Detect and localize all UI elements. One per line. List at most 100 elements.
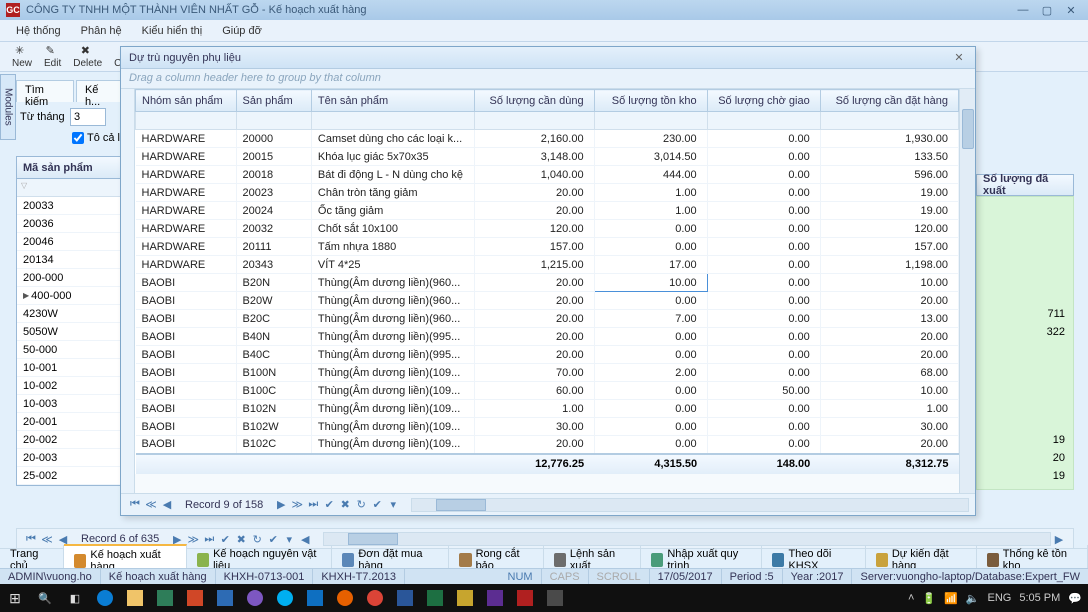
nav-last-icon[interactable]: ⏭ (305, 498, 321, 511)
search-icon[interactable]: 🔍 (30, 584, 60, 612)
grid-row[interactable]: HARDWARE20023Chân tròn tăng giảm20.001.0… (136, 184, 959, 202)
app-task-icon[interactable] (510, 584, 540, 612)
nav-first-icon[interactable]: ⏮ (127, 498, 143, 511)
col-can-dat[interactable]: Số lượng cần đặt hàng (820, 90, 958, 112)
right-col-cell[interactable] (977, 287, 1073, 305)
tray-chevron-up-icon[interactable]: ˄ (908, 592, 914, 604)
left-grid-row[interactable]: 20-001 (17, 413, 123, 431)
grid-row[interactable]: HARDWARE20343VÍT 4*251,215.0017.000.001,… (136, 256, 959, 274)
grid-row[interactable]: BAOBIB20NThùng(Âm dương liền)(960...20.0… (136, 274, 959, 292)
right-col-cell[interactable] (977, 377, 1073, 395)
col-ten[interactable]: Tên sản phẩm (311, 90, 474, 112)
grid-row[interactable]: BAOBIB40NThùng(Âm dương liền)(995...20.0… (136, 328, 959, 346)
edit-button[interactable]: ✎Edit (38, 43, 67, 71)
right-col-cell[interactable] (977, 197, 1073, 215)
right-col-cell[interactable]: 19 (977, 467, 1073, 485)
modal-vertical-scrollbar[interactable] (959, 89, 975, 493)
new-button[interactable]: ✳New (6, 43, 38, 71)
tab-ke-hoach[interactable]: Kế h... (76, 80, 122, 102)
store-icon[interactable] (150, 584, 180, 612)
col-can-dung[interactable]: Số lượng cần dùng (475, 90, 594, 112)
grid-filter-row[interactable] (136, 112, 959, 130)
viber-icon[interactable] (240, 584, 270, 612)
mail-icon[interactable] (210, 584, 240, 612)
teamviewer-icon[interactable] (300, 584, 330, 612)
left-grid-row[interactable]: 20046 (17, 233, 123, 251)
left-grid-row[interactable]: 20-002 (17, 431, 123, 449)
minimize-button[interactable]: — (1012, 2, 1034, 18)
excel-icon[interactable] (420, 584, 450, 612)
explorer-icon[interactable] (120, 584, 150, 612)
left-grid-row[interactable]: 20-003 (17, 449, 123, 467)
grid-row[interactable]: BAOBIB102NThùng(Âm dương liền)(109...1.0… (136, 400, 959, 418)
office-icon[interactable] (180, 584, 210, 612)
left-grid-row[interactable]: 10-002 (17, 377, 123, 395)
vs-icon[interactable] (480, 584, 510, 612)
col-nhom[interactable]: Nhóm sản phẩm (136, 90, 237, 112)
left-grid-filter[interactable] (17, 179, 123, 197)
hscroll-thumb[interactable] (436, 499, 486, 511)
right-col-cell[interactable]: 322 (977, 323, 1073, 341)
left-grid-row[interactable]: 10-001 (17, 359, 123, 377)
grid-row[interactable]: BAOBIB100CThùng(Âm dương liền)(109...60.… (136, 382, 959, 400)
grid-row[interactable]: BAOBIB20CThùng(Âm dương liền)(960...20.0… (136, 310, 959, 328)
nav-refresh-icon[interactable]: ↻ (353, 498, 369, 511)
right-col-cell[interactable] (977, 341, 1073, 359)
taskview-icon[interactable]: ◧ (60, 584, 90, 612)
delete-button[interactable]: ✖Delete (67, 43, 108, 71)
nav-prevpage-icon[interactable]: ≪ (143, 498, 159, 511)
left-grid-row[interactable]: 5050W (17, 323, 123, 341)
modules-side-tab[interactable]: Modules (0, 74, 16, 140)
nav-cancel-icon[interactable]: ✖ (337, 498, 353, 511)
grid-row[interactable]: BAOBIB40CThùng(Âm dương liền)(995...20.0… (136, 346, 959, 364)
col-san-pham[interactable]: Sản phẩm (236, 90, 311, 112)
nav-accept-icon[interactable]: ✔ (321, 498, 337, 511)
maximize-button[interactable]: ▢ (1036, 2, 1058, 18)
scrollbar-thumb[interactable] (962, 109, 974, 149)
right-col-cell[interactable] (977, 395, 1073, 413)
modal-close-icon[interactable]: ✕ (951, 51, 967, 64)
app-task2-icon[interactable] (540, 584, 570, 612)
menu-he-thong[interactable]: Hệ thống (6, 22, 71, 40)
tab-tim-kiem[interactable]: Tìm kiếm (16, 80, 74, 102)
right-col-cell[interactable] (977, 251, 1073, 269)
menu-giup-do[interactable]: Giúp đỡ (212, 22, 272, 40)
chrome-icon[interactable] (360, 584, 390, 612)
nav-next-icon[interactable]: ▶ (273, 498, 289, 511)
grid-row[interactable]: HARDWARE20015Khóa lục giác 5x70x353,148.… (136, 148, 959, 166)
right-col-cell[interactable]: 19 (977, 431, 1073, 449)
right-column-header[interactable]: Số lượng đã xuất (976, 174, 1074, 196)
grid-row[interactable]: HARDWARE20111Tấm nhựa 1880157.000.000.00… (136, 238, 959, 256)
modal-titlebar[interactable]: Dự trù nguyên phụ liệu ✕ (121, 47, 975, 69)
menu-kieu-hien-thi[interactable]: Kiểu hiển thị (132, 22, 213, 40)
nav-prev-icon[interactable]: ◀ (159, 498, 175, 511)
left-grid-row[interactable]: 400-000 (17, 287, 123, 305)
edge-icon[interactable] (90, 584, 120, 612)
left-grid-row[interactable]: 50-000 (17, 341, 123, 359)
left-grid-row[interactable]: 4230W (17, 305, 123, 323)
tray-lang[interactable]: ENG (987, 592, 1011, 604)
tray-wifi-icon[interactable]: 📶 (944, 592, 958, 605)
left-grid-row[interactable]: 20134 (17, 251, 123, 269)
toca-checkbox[interactable] (72, 132, 84, 144)
col-cho-giao[interactable]: Số lượng chờ giao (707, 90, 820, 112)
grid-row[interactable]: HARDWARE20018Bát đi động L - N dùng cho … (136, 166, 959, 184)
nav-collapse-icon[interactable]: ▾ (385, 498, 401, 511)
close-button[interactable]: ✕ (1060, 2, 1082, 18)
left-grid-row[interactable]: 20033 (17, 197, 123, 215)
word-icon[interactable] (390, 584, 420, 612)
menu-phan-he[interactable]: Phân hệ (71, 22, 132, 40)
right-col-cell[interactable]: 711 (977, 305, 1073, 323)
right-col-cell[interactable] (977, 359, 1073, 377)
left-grid-row[interactable]: 200-000 (17, 269, 123, 287)
grid-row[interactable]: HARDWARE20000Camset dùng cho các loại k.… (136, 130, 959, 148)
right-col-cell[interactable] (977, 215, 1073, 233)
tu-thang-input[interactable] (70, 108, 106, 126)
nav-check-icon[interactable]: ✔ (369, 498, 385, 511)
outer-hscroll-thumb[interactable] (348, 533, 398, 545)
firefox-icon[interactable] (330, 584, 360, 612)
grid-row[interactable]: HARDWARE20032Chốt sắt 10x100120.000.000.… (136, 220, 959, 238)
sqlserver-icon[interactable] (450, 584, 480, 612)
modal-horizontal-scrollbar[interactable] (411, 498, 969, 512)
grid-row[interactable]: BAOBIB102CThùng(Âm dương liền)(109...20.… (136, 436, 959, 454)
